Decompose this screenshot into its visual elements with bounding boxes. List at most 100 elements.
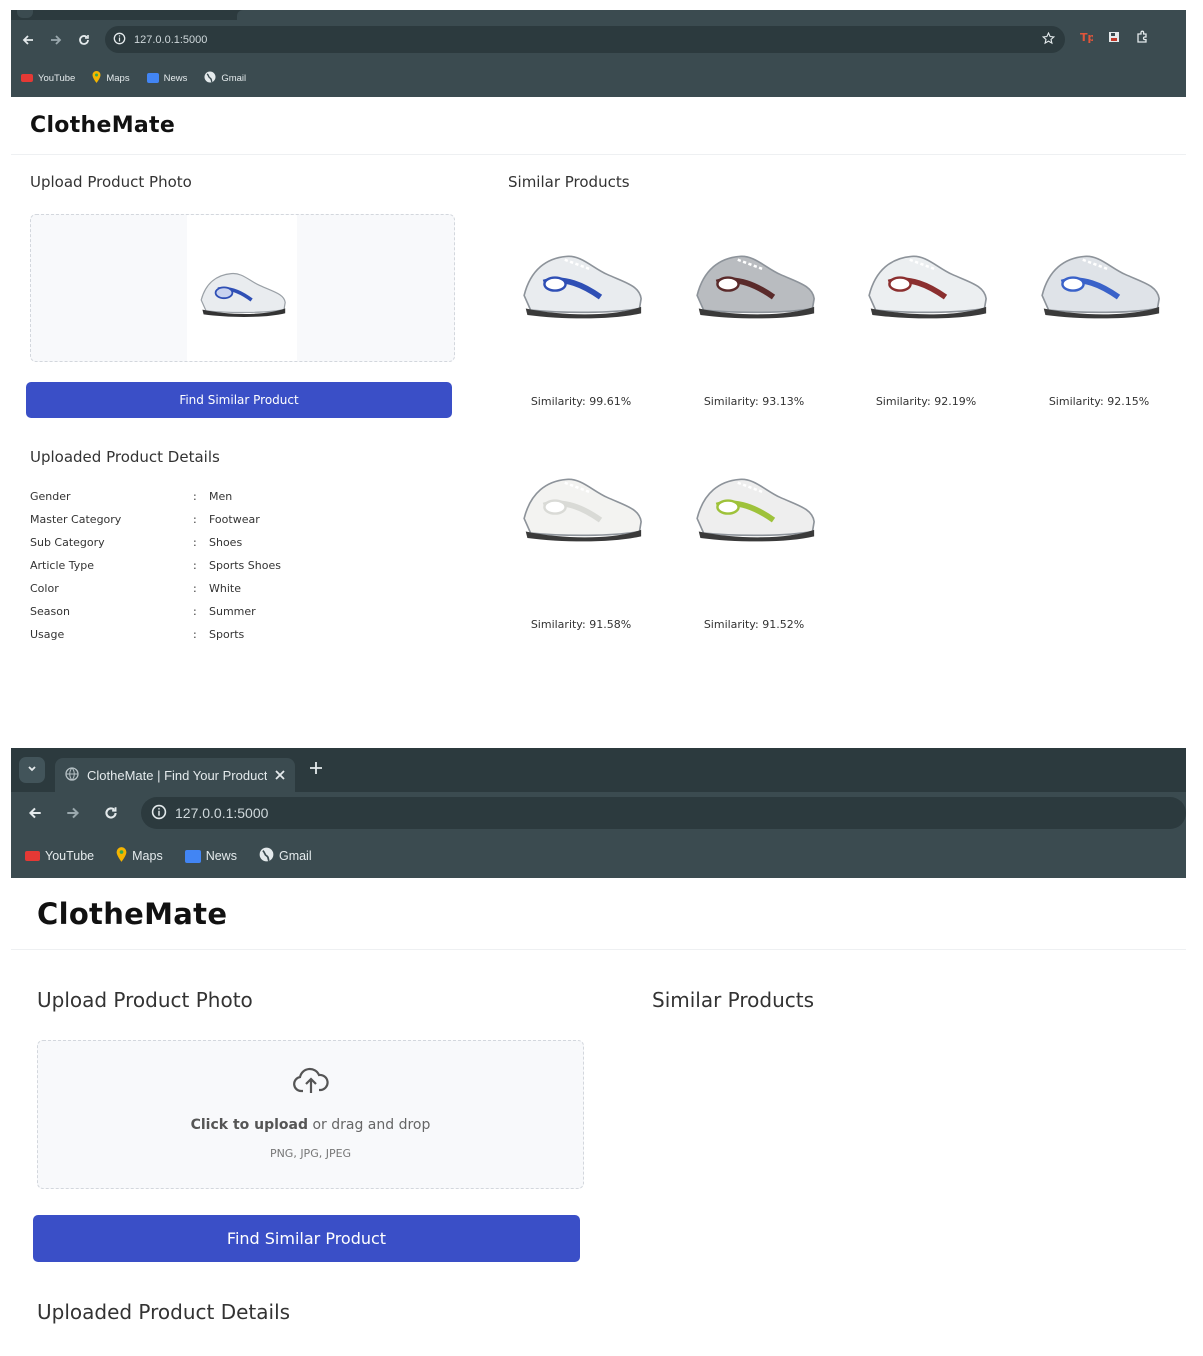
app-header: ClotheMate xyxy=(11,97,1186,155)
omnibox[interactable]: 127.0.0.1:5000 xyxy=(141,797,1186,829)
bookmark-maps[interactable]: Maps xyxy=(92,70,130,86)
upload-cloud-icon xyxy=(38,1067,583,1095)
screenshot-results: 127.0.0.1:5000 Tp YouTube Maps News Gmai… xyxy=(11,10,1186,735)
bookmark-label: Maps xyxy=(132,849,163,863)
url-text[interactable]: 127.0.0.1:5000 xyxy=(134,34,207,46)
new-tab-icon[interactable] xyxy=(309,761,323,780)
product-card[interactable]: Similarity: 93.13% xyxy=(674,225,834,410)
details-section-title: Uploaded Product Details xyxy=(37,1300,291,1324)
detail-row: Gender: Men xyxy=(30,490,232,503)
address-bar-row: 127.0.0.1:5000 Tp xyxy=(11,20,1186,59)
bookmark-gmail[interactable]: Gmail xyxy=(204,71,246,86)
detail-value: Sports xyxy=(209,628,245,641)
product-card[interactable]: Similarity: 92.15% xyxy=(1019,225,1179,410)
upload-section-title: Upload Product Photo xyxy=(30,173,192,191)
bookmark-news[interactable]: News xyxy=(146,72,188,84)
accepted-formats: PNG, JPG, JPEG xyxy=(269,1147,352,1160)
youtube-icon xyxy=(21,74,33,82)
globe-icon xyxy=(204,71,216,86)
shoe-image xyxy=(523,478,642,542)
detail-value: White xyxy=(209,582,241,595)
bookmark-youtube[interactable]: YouTube xyxy=(25,849,94,863)
site-info-icon[interactable] xyxy=(113,32,126,48)
detail-colon: : xyxy=(193,513,197,526)
drag-drop-text: or drag and drop xyxy=(308,1117,431,1133)
detail-key: Gender xyxy=(30,490,71,503)
bookmark-label: News xyxy=(163,72,188,84)
brand-logo[interactable]: ClotheMate xyxy=(30,113,175,138)
address-bar-row: 127.0.0.1:5000 xyxy=(11,792,1186,834)
globe-icon xyxy=(259,847,274,865)
forward-icon[interactable] xyxy=(49,33,63,47)
shoe-image xyxy=(523,255,642,319)
uploaded-photo-preview xyxy=(187,215,297,361)
detail-colon: : xyxy=(193,582,197,595)
shoe-image xyxy=(868,255,987,319)
bookmark-label: News xyxy=(205,849,237,863)
bookmark-news[interactable]: News xyxy=(184,849,237,863)
detail-key: Sub Category xyxy=(30,536,105,549)
product-card[interactable]: Similarity: 99.61% xyxy=(501,225,661,410)
reload-icon[interactable] xyxy=(103,805,119,821)
similarity-score: Similarity: 92.15% xyxy=(1048,395,1150,408)
back-icon[interactable] xyxy=(27,805,43,821)
product-card[interactable]: Similarity: 92.19% xyxy=(846,225,1006,410)
detail-row: Master Category: Footwear xyxy=(30,513,260,526)
detail-key: Color xyxy=(30,582,59,595)
news-icon xyxy=(184,849,201,863)
site-info-icon[interactable] xyxy=(151,804,167,823)
product-card[interactable]: Similarity: 91.52% xyxy=(674,448,834,633)
upload-dropzone[interactable]: Click to upload or drag and drop PNG, JP… xyxy=(37,1040,584,1189)
browser-chrome: ClotheMate | Find Your Product 127.0.0.1… xyxy=(11,748,1186,878)
detail-key: Article Type xyxy=(30,559,95,572)
tab-search-button[interactable] xyxy=(19,757,45,783)
forward-icon[interactable] xyxy=(65,805,81,821)
app-header: ClotheMate xyxy=(11,878,1186,950)
detail-key: Usage xyxy=(30,628,65,641)
find-similar-button[interactable]: Find Similar Product xyxy=(26,382,452,418)
product-card[interactable]: Similarity: 91.58% xyxy=(501,448,661,633)
similarity-score: Similarity: 99.61% xyxy=(530,395,632,408)
shoe-image xyxy=(696,478,815,542)
detail-row: Sub Category: Shoes xyxy=(30,536,242,549)
find-similar-button[interactable]: Find Similar Product xyxy=(33,1215,580,1262)
bookmark-youtube[interactable]: YouTube xyxy=(21,73,75,84)
similarity-score: Similarity: 93.13% xyxy=(703,395,805,408)
detail-row: Season: Summer xyxy=(30,605,256,618)
back-icon[interactable] xyxy=(21,33,35,47)
similarity-score: Similarity: 92.19% xyxy=(875,395,977,408)
maps-icon xyxy=(92,70,101,86)
screenshot-empty: ClotheMate | Find Your Product 127.0.0.1… xyxy=(11,748,1186,1356)
upload-dropzone[interactable] xyxy=(30,214,455,362)
save-extension-icon[interactable] xyxy=(1107,30,1121,49)
puzzle-extensions-icon[interactable] xyxy=(1135,30,1149,49)
detail-value: Shoes xyxy=(209,536,243,549)
detail-colon: : xyxy=(193,628,197,641)
detail-value: Sports Shoes xyxy=(209,559,281,572)
click-to-upload-text[interactable]: Click to upload xyxy=(191,1117,308,1133)
tab-title: ClotheMate | Find Your Product xyxy=(87,767,267,783)
bookmark-star-icon[interactable] xyxy=(1041,31,1056,48)
reload-icon[interactable] xyxy=(77,33,91,47)
tab-strip: ClotheMate | Find Your Product xyxy=(11,748,1186,792)
bookmark-maps[interactable]: Maps xyxy=(116,847,163,865)
shoe-image xyxy=(1041,255,1160,319)
bookmark-label: YouTube xyxy=(45,849,95,863)
detail-row: Usage: Sports xyxy=(30,628,244,641)
omnibox[interactable]: 127.0.0.1:5000 xyxy=(105,26,1065,53)
bookmark-label: Gmail xyxy=(221,72,247,84)
url-text[interactable]: 127.0.0.1:5000 xyxy=(175,805,268,821)
tab-active[interactable]: ClotheMate | Find Your Product xyxy=(55,758,295,792)
close-tab-icon[interactable] xyxy=(275,768,285,783)
detail-colon: : xyxy=(193,605,197,618)
bookmark-gmail[interactable]: Gmail xyxy=(259,847,312,865)
svg-text:Tp: Tp xyxy=(1080,31,1093,44)
globe-icon xyxy=(65,766,79,784)
bookmark-label: Gmail xyxy=(278,849,312,863)
detail-value: Men xyxy=(209,490,233,503)
brand-logo[interactable]: ClotheMate xyxy=(37,897,227,931)
extension-icon[interactable]: Tp xyxy=(1079,30,1096,49)
bookmarks-bar: YouTube Maps News Gmail xyxy=(11,834,1186,878)
youtube-icon xyxy=(25,851,40,861)
detail-value: Footwear xyxy=(209,513,260,526)
